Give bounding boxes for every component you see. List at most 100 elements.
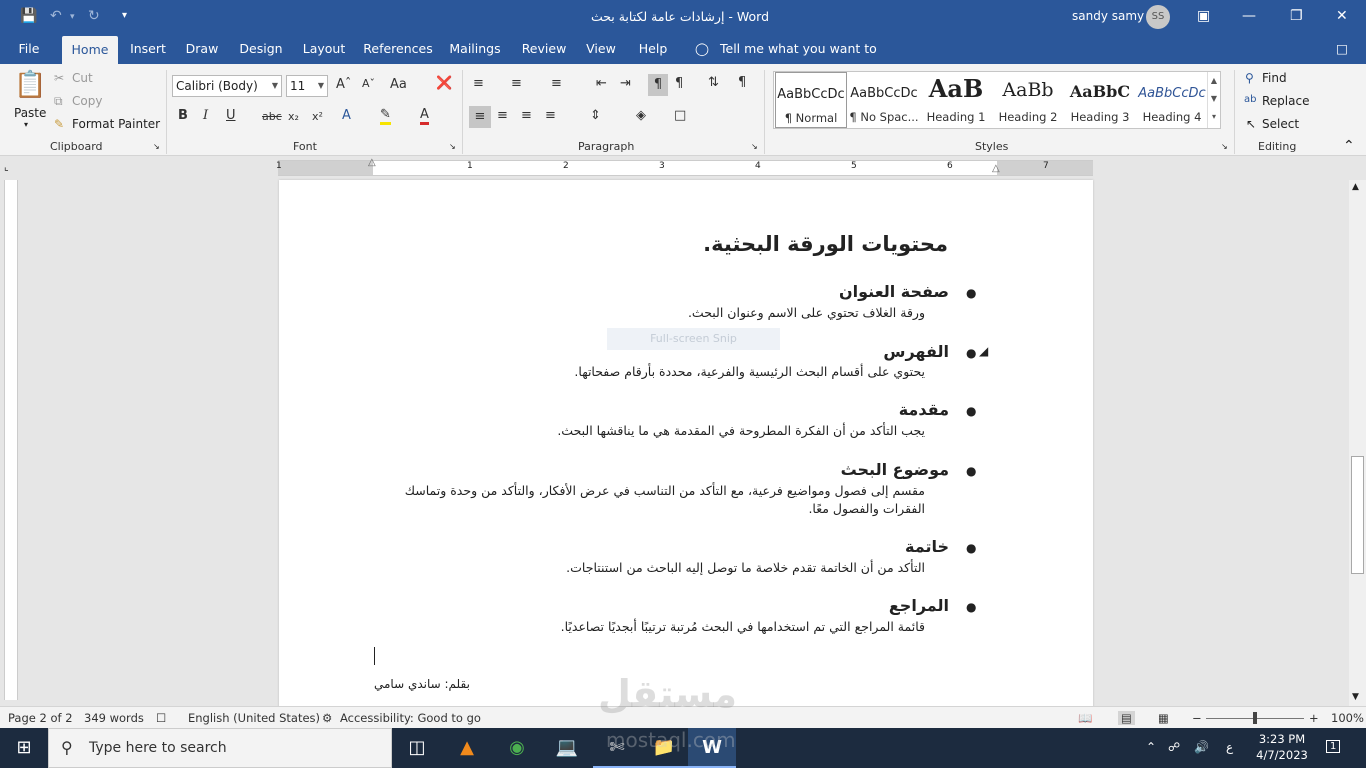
- replace-icon[interactable]: ab: [1244, 94, 1256, 105]
- customize-toolbar-icon[interactable]: ▾: [122, 10, 127, 21]
- avatar[interactable]: SS: [1146, 5, 1170, 29]
- superscript-icon[interactable]: x²: [312, 110, 323, 123]
- tell-me-box[interactable]: Tell me what you want to do: [720, 34, 880, 86]
- format-painter-button[interactable]: Format Painter: [72, 117, 160, 131]
- clipboard-launcher-icon[interactable]: ↘: [153, 142, 160, 151]
- minimize-icon[interactable]: —: [1242, 8, 1256, 24]
- notifications-icon[interactable]: 1: [1326, 740, 1341, 753]
- volume-icon[interactable]: 🔊: [1194, 740, 1209, 754]
- redo-icon[interactable]: ↻: [88, 8, 100, 24]
- sort-icon[interactable]: ⇅: [708, 75, 719, 90]
- show-marks-icon[interactable]: ¶: [738, 75, 746, 90]
- copy-icon[interactable]: ⧉: [54, 94, 63, 109]
- styles-scroll[interactable]: ▲ ▼ ▾: [1207, 72, 1220, 128]
- proofing-icon[interactable]: ☐: [156, 711, 166, 725]
- input-language[interactable]: ع: [1226, 740, 1233, 754]
- find-button[interactable]: Find: [1262, 71, 1287, 85]
- clear-formatting-icon[interactable]: ❌: [436, 76, 452, 91]
- italic-icon[interactable]: I: [203, 108, 208, 123]
- change-case-icon[interactable]: Aa: [390, 77, 407, 92]
- accessibility-icon[interactable]: ⚙: [322, 711, 332, 725]
- replace-button[interactable]: Replace: [1262, 94, 1309, 108]
- scroll-down-icon[interactable]: ▼: [1352, 692, 1359, 702]
- tab-home[interactable]: Home: [62, 36, 118, 64]
- collapse-ribbon-icon[interactable]: ⌃: [1343, 138, 1355, 154]
- paragraph-launcher-icon[interactable]: ↘: [751, 142, 758, 151]
- grow-font-icon[interactable]: Aˆ: [336, 77, 351, 92]
- justify-icon[interactable]: ≡: [545, 108, 556, 123]
- text-effects-icon[interactable]: A: [342, 108, 351, 123]
- cut-icon[interactable]: ✂: [54, 71, 64, 85]
- style-normal[interactable]: AaBbCcDc ¶ Normal: [775, 72, 847, 128]
- multilevel-list-icon[interactable]: ≡: [551, 76, 562, 91]
- accessibility-status[interactable]: Accessibility: Good to go: [340, 711, 481, 725]
- align-left-icon[interactable]: ≡: [469, 106, 491, 128]
- paste-dropdown-icon[interactable]: ▾: [24, 120, 28, 129]
- ribbon-display-options-icon[interactable]: ▣: [1197, 8, 1210, 24]
- select-icon[interactable]: ↖: [1246, 117, 1256, 131]
- align-right-icon[interactable]: ≡: [521, 108, 532, 123]
- rtl-direction-icon[interactable]: ¶: [675, 76, 683, 91]
- zoom-in-icon[interactable]: +: [1309, 711, 1319, 725]
- tray-chevron-icon[interactable]: ⌃: [1146, 740, 1156, 754]
- vertical-ruler[interactable]: [4, 180, 18, 700]
- taskbar-search[interactable]: ⚲ Type here to search: [48, 728, 392, 768]
- tab-view[interactable]: View: [582, 34, 620, 64]
- shading-icon[interactable]: ◈: [636, 108, 646, 123]
- clock[interactable]: 3:23 PM 4/7/2023: [1250, 731, 1314, 763]
- tab-design[interactable]: Design: [236, 34, 286, 64]
- cut-button[interactable]: Cut: [72, 71, 93, 85]
- paste-icon[interactable]: 📋: [14, 70, 46, 100]
- save-icon[interactable]: 💾: [20, 8, 37, 24]
- undo-dropdown-icon[interactable]: ▾: [70, 12, 75, 22]
- style-no-spacing[interactable]: AaBbCcDc ¶ No Spac...: [848, 72, 920, 128]
- paste-button[interactable]: Paste: [14, 106, 46, 120]
- ltr-direction-icon[interactable]: ¶: [648, 74, 668, 96]
- task-view-icon[interactable]: ◫: [393, 728, 441, 768]
- language-status[interactable]: English (United States): [188, 711, 320, 725]
- format-painter-icon[interactable]: ✎: [54, 117, 64, 131]
- align-center-icon[interactable]: ≡: [497, 108, 508, 123]
- close-icon[interactable]: ✕: [1336, 8, 1348, 24]
- strikethrough-icon[interactable]: abc: [262, 110, 282, 123]
- scroll-up-icon[interactable]: ▲: [1352, 182, 1359, 192]
- highlight-icon[interactable]: ✎: [380, 108, 391, 125]
- font-launcher-icon[interactable]: ↘: [449, 142, 456, 151]
- vlc-icon[interactable]: ▲: [443, 728, 491, 768]
- tab-selector-icon[interactable]: ⌞: [4, 162, 9, 173]
- decrease-indent-icon[interactable]: ⇤: [596, 76, 607, 91]
- bold-icon[interactable]: B: [178, 108, 188, 123]
- shrink-font-icon[interactable]: Aˇ: [362, 77, 375, 90]
- zoom-out-icon[interactable]: −: [1192, 711, 1202, 725]
- indent-marker-icon[interactable]: △: [368, 157, 376, 168]
- restore-icon[interactable]: ❐: [1290, 8, 1303, 24]
- windows-start-icon[interactable]: ⊞: [0, 728, 48, 768]
- bullets-icon[interactable]: ≡: [473, 76, 484, 91]
- zoom-level[interactable]: 100%: [1331, 711, 1364, 725]
- style-heading-3[interactable]: AaBbC Heading 3: [1064, 72, 1136, 128]
- underline-icon[interactable]: U: [226, 108, 236, 123]
- tab-layout[interactable]: Layout: [300, 34, 348, 64]
- read-mode-icon[interactable]: 📖: [1078, 711, 1092, 725]
- user-name[interactable]: sandy samy: [1072, 9, 1144, 23]
- style-heading-1[interactable]: AaB Heading 1: [920, 72, 992, 128]
- styles-launcher-icon[interactable]: ↘: [1221, 142, 1228, 151]
- font-color-icon[interactable]: A: [420, 108, 429, 125]
- borders-icon[interactable]: □: [674, 108, 686, 123]
- tab-review[interactable]: Review: [518, 34, 570, 64]
- chrome-icon[interactable]: ◉: [493, 728, 541, 768]
- print-layout-icon[interactable]: ▤: [1118, 711, 1135, 725]
- comments-icon[interactable]: □: [1330, 34, 1354, 64]
- undo-icon[interactable]: ↶: [50, 8, 62, 24]
- right-indent-marker-icon[interactable]: △: [992, 163, 1000, 174]
- font-size-select[interactable]: 11 ▼: [286, 75, 328, 97]
- zoom-slider-thumb[interactable]: [1253, 712, 1257, 724]
- select-button[interactable]: Select: [1262, 117, 1299, 131]
- numbering-icon[interactable]: ≡: [511, 76, 522, 91]
- style-heading-4[interactable]: AaBbCcDc Heading 4: [1136, 72, 1208, 128]
- tab-help[interactable]: Help: [634, 34, 672, 64]
- tab-insert[interactable]: Insert: [126, 34, 170, 64]
- document-page[interactable]: محتويات الورقة البحثية. ● صفحة العنوان و…: [279, 180, 1093, 708]
- line-spacing-icon[interactable]: ⇕: [590, 108, 601, 123]
- horizontal-ruler[interactable]: [278, 160, 1093, 176]
